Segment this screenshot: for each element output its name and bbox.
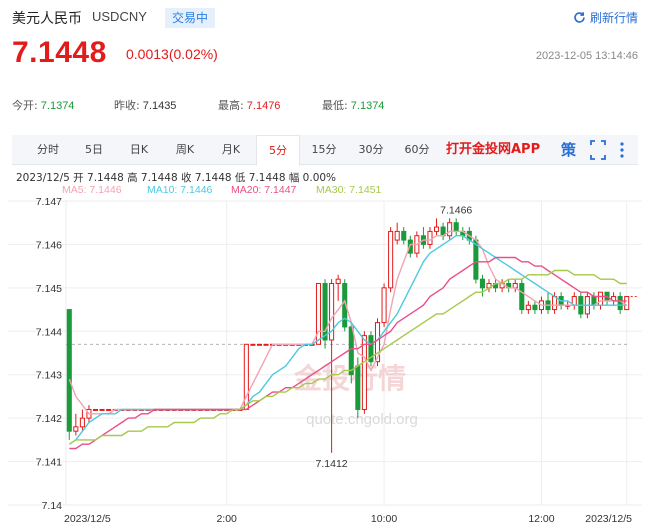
- candle-body: [447, 222, 453, 237]
- candle-body: [394, 230, 400, 241]
- x-tick-label: 10:00: [371, 513, 397, 525]
- candle-body: [617, 296, 623, 311]
- quote-timestamp: 2023-12-05 13:14:46: [535, 50, 638, 62]
- stat-high-label: 最高:: [218, 99, 244, 112]
- more-icon[interactable]: [618, 135, 626, 165]
- candle-body: [66, 309, 72, 432]
- y-tick-label: 7.14: [42, 500, 63, 512]
- open-app-link[interactable]: 打开金投网APP: [446, 135, 540, 165]
- candle-body: [381, 287, 387, 324]
- x-tick-label: 12:00: [528, 513, 554, 525]
- refresh-button[interactable]: 刷新行情: [573, 9, 638, 26]
- fullscreen-icon[interactable]: [590, 135, 606, 165]
- ma30-legend: MA30: 7.1451: [316, 184, 382, 196]
- candle-body: [250, 343, 256, 346]
- stat-low-value: 7.1374: [350, 100, 385, 112]
- x-tick-label: 2023/12/5: [64, 513, 111, 525]
- stat-prev-close: 昨收: 7.1435: [114, 97, 176, 113]
- trading-status-badge: 交易中: [165, 8, 216, 28]
- candle-body: [401, 230, 407, 241]
- refresh-icon: [574, 12, 585, 23]
- candle-body: [552, 296, 558, 311]
- candle-body: [355, 365, 361, 410]
- ohlc-info: 2023/12/5 开 7.1448 高 7.1448 收 7.1448 低 7…: [16, 172, 337, 184]
- candlestick-chart[interactable]: 金投行情 quote.cngold.org 7.1477.1467.1457.1…: [0, 196, 650, 527]
- ma20-legend: MA20: 7.1447: [231, 184, 297, 196]
- tab-5min[interactable]: 5分: [256, 135, 300, 166]
- candle-body: [453, 222, 459, 232]
- candle-body: [532, 304, 538, 311]
- refresh-label: 刷新行情: [589, 11, 638, 25]
- tab-15min[interactable]: 15分: [302, 135, 346, 165]
- candle-body: [73, 426, 79, 432]
- y-tick-label: 7.143: [36, 370, 62, 382]
- candle-body: [525, 304, 531, 311]
- candle-body: [256, 343, 262, 346]
- candle-body: [434, 226, 440, 232]
- candle-body: [597, 291, 604, 306]
- tab-60min[interactable]: 60分: [394, 135, 440, 165]
- quote-header: 美元人民币 USDCNY 交易中 刷新行情: [12, 8, 638, 30]
- stat-open-label: 今开:: [12, 99, 38, 112]
- candle-body: [519, 283, 525, 311]
- y-tick-label: 7.144: [36, 326, 62, 338]
- period-tabbar: 分时 5日 日K 周K 月K 5分 15分 30分 60分 打开金投网APP 策: [12, 135, 638, 166]
- candle-body: [92, 408, 99, 411]
- tab-intraday[interactable]: 分时: [26, 135, 70, 165]
- y-tick-label: 7.147: [36, 196, 62, 208]
- stat-prev-close-label: 昨收:: [114, 99, 140, 112]
- pair-code: USDCNY: [92, 9, 147, 24]
- tab-monthly-k[interactable]: 月K: [208, 135, 254, 165]
- candle-body: [388, 230, 394, 289]
- price-change: 0.0013(0.02%): [126, 46, 218, 62]
- stat-high: 最高: 7.1476: [218, 97, 280, 113]
- tab-30min[interactable]: 30分: [348, 135, 394, 165]
- y-tick-label: 7.142: [36, 413, 62, 425]
- watermark-url: quote.cngold.org: [306, 411, 418, 428]
- candle-body: [335, 278, 341, 285]
- strategy-icon[interactable]: 策: [561, 135, 576, 165]
- candle-body: [106, 408, 112, 411]
- stats-row: 今开: 7.1374 昨收: 7.1435 最高: 7.1476 最低: 7.1…: [12, 97, 638, 113]
- candle-body: [79, 417, 85, 428]
- ma10-legend: MA10: 7.1446: [147, 184, 213, 196]
- candle-body: [624, 296, 630, 311]
- stat-low: 最低: 7.1374: [322, 97, 384, 113]
- candle-body: [361, 335, 367, 410]
- stat-high-value: 7.1476: [246, 100, 281, 112]
- stat-open: 今开: 7.1374: [12, 97, 74, 113]
- stat-open-value: 7.1374: [40, 100, 75, 112]
- stat-low-label: 最低:: [322, 99, 348, 112]
- ma5-legend: MA5: 7.1446: [62, 184, 122, 196]
- tab-weekly-k[interactable]: 周K: [162, 135, 208, 165]
- y-axis-labels: 7.147 7.146 7.145 7.144 7.143 7.142 7.141 7.14: [36, 196, 62, 512]
- extreme-label: 7.1412: [316, 458, 348, 470]
- y-tick-label: 7.145: [36, 283, 62, 295]
- pair-name: 美元人民币: [12, 11, 82, 27]
- y-tick-label: 7.146: [36, 239, 62, 251]
- candle-body: [348, 326, 354, 376]
- candle-body: [99, 408, 105, 411]
- x-tick-label: 2023/12/5: [585, 513, 632, 525]
- tab-5day[interactable]: 5日: [72, 135, 116, 165]
- candle-body: [479, 278, 485, 289]
- y-tick-label: 7.141: [36, 457, 62, 469]
- tab-daily-k[interactable]: 日K: [116, 135, 162, 165]
- stat-prev-close-value: 7.1435: [142, 100, 177, 112]
- current-price: 7.1448: [12, 36, 107, 69]
- x-axis-labels: 2023/12/5 2:00 10:00 12:00 2023/12/5: [64, 513, 632, 525]
- candle-body: [263, 343, 269, 346]
- candle-body: [427, 230, 433, 245]
- x-tick-label: 2:00: [216, 513, 237, 525]
- extreme-label: 7.1466: [440, 205, 472, 217]
